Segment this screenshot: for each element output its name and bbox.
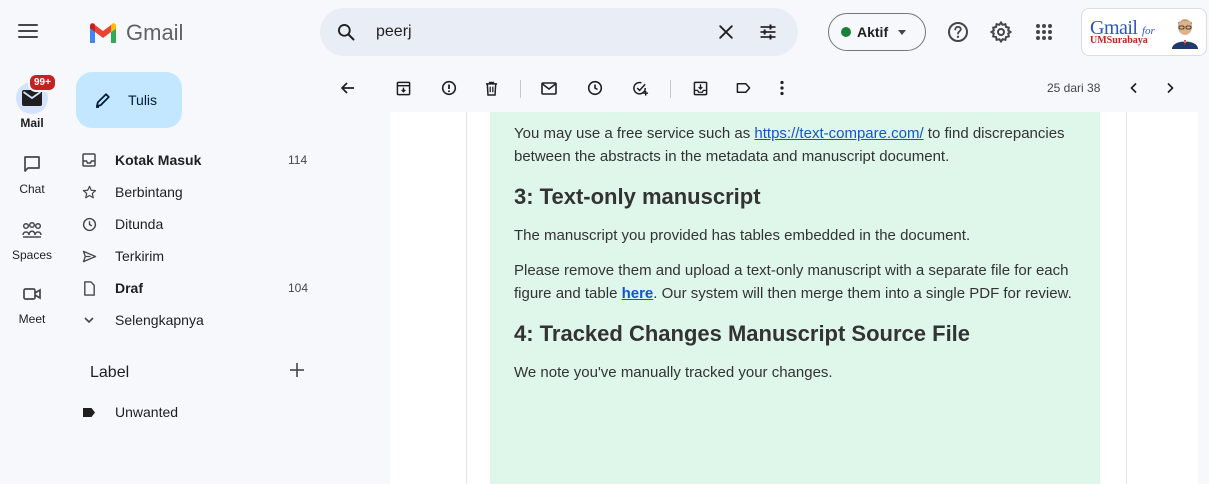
trash-icon	[485, 81, 497, 96]
message-border-left	[466, 112, 467, 484]
spaces-icon	[22, 221, 42, 238]
account-avatar[interactable]	[1170, 17, 1200, 49]
search-icon[interactable]	[336, 22, 356, 42]
labels-button[interactable]	[731, 76, 755, 100]
move-to-icon	[693, 81, 707, 95]
back-button[interactable]	[336, 76, 360, 100]
star-icon	[81, 184, 97, 200]
older-button[interactable]	[1158, 76, 1182, 100]
chevron-down-icon	[81, 312, 97, 328]
compose-label: Tulis	[128, 92, 158, 108]
add-task-icon	[632, 81, 648, 96]
toolbar-divider	[670, 80, 671, 98]
label-outline-icon	[736, 83, 750, 93]
labels-heading: Label	[90, 364, 130, 381]
section-heading-text-only: 3: Text-only manuscript	[514, 184, 761, 209]
rail-item-chat[interactable]: Chat	[0, 148, 64, 196]
status-dot	[841, 27, 851, 37]
label-item-unwanted[interactable]: Unwanted	[64, 396, 320, 428]
message-border-right	[1126, 112, 1127, 484]
envelope-icon	[541, 81, 557, 95]
nav-item-sent[interactable]: Terkirim	[64, 240, 320, 272]
label-icon	[81, 404, 97, 420]
gmail-logo[interactable]: Gmail	[88, 20, 183, 46]
message-body: You may use a free service such as https…	[490, 112, 1100, 484]
move-to-button[interactable]	[688, 76, 712, 100]
nav-item-inbox[interactable]: Kotak Masuk 114	[64, 144, 320, 176]
mail-icon	[22, 90, 42, 106]
send-icon	[81, 248, 97, 264]
newer-button[interactable]	[1122, 76, 1146, 100]
chevron-right-icon	[1167, 82, 1174, 94]
rail-item-spaces[interactable]: Spaces	[0, 214, 64, 262]
app-name: Gmail	[126, 20, 184, 45]
message-paragraph: Please remove them and upload a text-onl…	[514, 262, 1072, 302]
help-icon[interactable]	[946, 20, 970, 44]
more-actions-button[interactable]	[770, 76, 794, 100]
organization-logo: Gmail for UMSurabaya	[1090, 17, 1155, 46]
draft-icon	[81, 280, 97, 296]
nav-count: 104	[288, 281, 309, 295]
meet-icon	[23, 288, 41, 300]
clear-search-icon[interactable]	[716, 22, 736, 42]
nav-item-drafts[interactable]: Draf 104	[64, 272, 320, 304]
chevron-left-icon	[1130, 82, 1137, 94]
section-heading-tracked-changes: 4: Tracked Changes Manuscript Source Fil…	[514, 321, 971, 346]
clock-icon	[81, 216, 97, 232]
search-options-icon[interactable]	[758, 22, 778, 42]
label-list: Unwanted	[64, 396, 320, 428]
organization-badge[interactable]: Gmail for UMSurabaya	[1081, 8, 1207, 56]
message-paragraph: The manuscript you provided has tables e…	[514, 227, 971, 244]
apps-grid-icon[interactable]	[1032, 20, 1056, 44]
pagination-count: 25 dari 38	[1047, 81, 1101, 95]
caret-down-icon	[898, 29, 907, 35]
settings-gear-icon[interactable]	[989, 20, 1013, 44]
delete-button[interactable]	[479, 76, 503, 100]
add-label-icon[interactable]	[287, 360, 307, 380]
search-bar[interactable]	[320, 8, 798, 56]
add-to-tasks-button[interactable]	[628, 76, 652, 100]
nav-item-starred[interactable]: Berbintang	[64, 176, 320, 208]
status-label: Aktif	[857, 24, 889, 40]
main-menu-button[interactable]	[18, 24, 38, 38]
inbox-icon	[81, 152, 97, 168]
archive-button[interactable]	[391, 76, 415, 100]
message-paragraph: You may use a free service such as https…	[514, 125, 1065, 165]
nav-count: 114	[288, 153, 308, 167]
compose-button[interactable]: Tulis	[76, 72, 182, 128]
rail-item-meet[interactable]: Meet	[0, 278, 64, 326]
report-spam-button[interactable]	[437, 76, 461, 100]
search-input[interactable]	[376, 20, 676, 44]
rail-item-mail[interactable]: 99+ Mail	[0, 73, 64, 130]
message-paragraph: We note you've manually tracked your cha…	[514, 364, 833, 381]
folder-nav: Kotak Masuk 114 Berbintang Ditunda Terki…	[64, 144, 320, 336]
report-spam-icon	[441, 80, 457, 96]
more-vert-icon	[780, 80, 784, 96]
pencil-icon	[96, 93, 110, 108]
unread-badge: 99+	[28, 73, 57, 92]
nav-item-snoozed[interactable]: Ditunda	[64, 208, 320, 240]
toolbar-divider	[520, 80, 521, 98]
nav-item-more[interactable]: Selengkapnya	[64, 304, 320, 336]
snooze-button[interactable]	[583, 76, 607, 100]
snooze-clock-icon	[587, 80, 603, 96]
chat-icon	[24, 156, 40, 172]
mark-unread-button[interactable]	[537, 76, 561, 100]
arrow-back-icon	[340, 82, 354, 94]
archive-icon	[396, 81, 410, 95]
gmail-m-icon	[90, 23, 116, 43]
upload-here-link[interactable]: here	[622, 285, 654, 302]
status-dropdown[interactable]: Aktif	[828, 13, 926, 51]
text-compare-link[interactable]: https://text-compare.com/	[754, 125, 923, 142]
